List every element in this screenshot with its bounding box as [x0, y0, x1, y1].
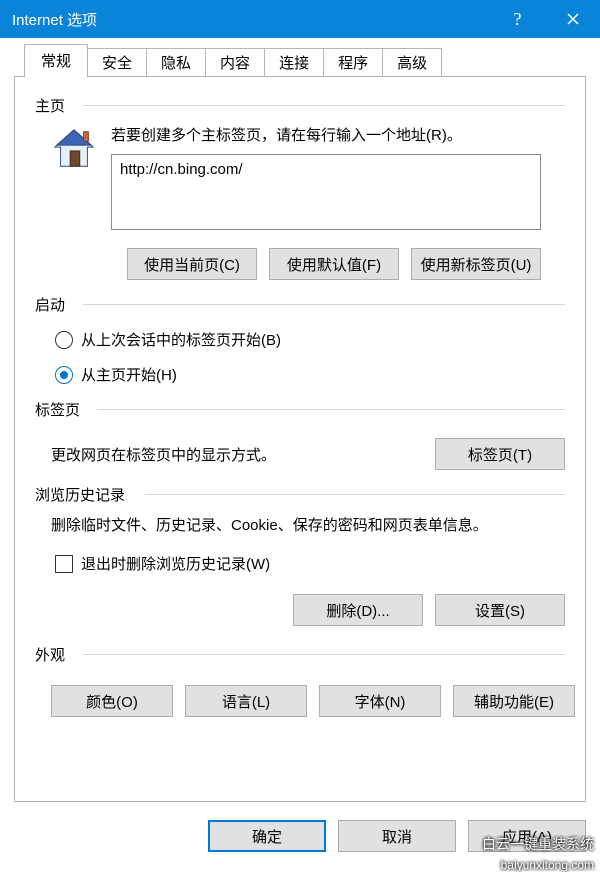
- colors-button[interactable]: 颜色(O): [51, 685, 173, 717]
- tabs-button[interactable]: 标签页(T): [435, 438, 565, 470]
- use-newtab-button[interactable]: 使用新标签页(U): [411, 248, 541, 280]
- use-default-button[interactable]: 使用默认值(F): [269, 248, 399, 280]
- apply-button[interactable]: 应用(A): [468, 820, 586, 852]
- tab-advanced[interactable]: 高级: [383, 48, 442, 77]
- use-current-button[interactable]: 使用当前页(C): [127, 248, 257, 280]
- homepage-instruction: 若要创建多个主标签页，请在每行输入一个地址(R)。: [111, 126, 565, 146]
- delete-button[interactable]: 删除(D)...: [293, 594, 423, 626]
- radio-last-session-label: 从上次会话中的标签页开始(B): [81, 329, 281, 350]
- radio-home-label: 从主页开始(H): [81, 364, 177, 385]
- radio-home[interactable]: 从主页开始(H): [55, 364, 565, 385]
- delete-on-exit-label: 退出时删除浏览历史记录(W): [81, 553, 270, 574]
- close-icon: [567, 13, 579, 25]
- dialog-action-row: 确定 取消 应用(A): [208, 820, 586, 852]
- help-button[interactable]: ?: [490, 0, 545, 38]
- tab-security[interactable]: 安全: [88, 48, 147, 77]
- tab-strip: 常规 安全 隐私 内容 连接 程序 高级: [2, 40, 598, 76]
- watermark-url: baiyunxitong.com: [501, 858, 594, 872]
- group-history-label: 浏览历史记录: [35, 487, 125, 504]
- group-startup-label: 启动: [35, 297, 65, 314]
- group-appearance-label: 外观: [35, 647, 65, 664]
- settings-button[interactable]: 设置(S): [435, 594, 565, 626]
- radio-last-session[interactable]: 从上次会话中的标签页开始(B): [55, 329, 565, 350]
- radio-icon: [55, 366, 73, 384]
- help-icon: ?: [514, 9, 522, 30]
- delete-on-exit-checkbox[interactable]: 退出时删除浏览历史记录(W): [55, 553, 565, 574]
- window-title: Internet 选项: [12, 9, 490, 30]
- fonts-button[interactable]: 字体(N): [319, 685, 441, 717]
- tab-connections[interactable]: 连接: [265, 48, 324, 77]
- group-startup: 启动 从上次会话中的标签页开始(B) 从主页开始(H): [35, 294, 565, 385]
- group-homepage-label: 主页: [35, 98, 65, 115]
- checkbox-icon: [55, 555, 73, 573]
- group-tabs: 标签页 更改网页在标签页中的显示方式。 标签页(T): [35, 399, 565, 470]
- client-area: 常规 安全 隐私 内容 连接 程序 高级 主页: [0, 38, 600, 802]
- group-history: 浏览历史记录 删除临时文件、历史记录、Cookie、保存的密码和网页表单信息。 …: [35, 484, 565, 626]
- tab-panel-general: 主页 若要创建多个主标签页，请在每行输入一个地址(R)。: [14, 76, 586, 802]
- tab-privacy[interactable]: 隐私: [147, 48, 206, 77]
- titlebar: Internet 选项 ?: [0, 0, 600, 38]
- home-icon: [51, 126, 111, 234]
- tab-general[interactable]: 常规: [24, 44, 88, 77]
- close-button[interactable]: [545, 0, 600, 38]
- tabs-text: 更改网页在标签页中的显示方式。: [51, 444, 276, 465]
- radio-icon: [55, 331, 73, 349]
- group-tabs-label: 标签页: [35, 402, 80, 419]
- tab-programs[interactable]: 程序: [324, 48, 383, 77]
- tab-content[interactable]: 内容: [206, 48, 265, 77]
- group-appearance: 外观 颜色(O) 语言(L) 字体(N) 辅助功能(E): [35, 644, 565, 717]
- homepage-input[interactable]: [111, 154, 541, 230]
- cancel-button[interactable]: 取消: [338, 820, 456, 852]
- ok-button[interactable]: 确定: [208, 820, 326, 852]
- languages-button[interactable]: 语言(L): [185, 685, 307, 717]
- history-text: 删除临时文件、历史记录、Cookie、保存的密码和网页表单信息。: [51, 515, 565, 537]
- accessibility-button[interactable]: 辅助功能(E): [453, 685, 575, 717]
- group-homepage: 主页 若要创建多个主标签页，请在每行输入一个地址(R)。: [35, 95, 565, 280]
